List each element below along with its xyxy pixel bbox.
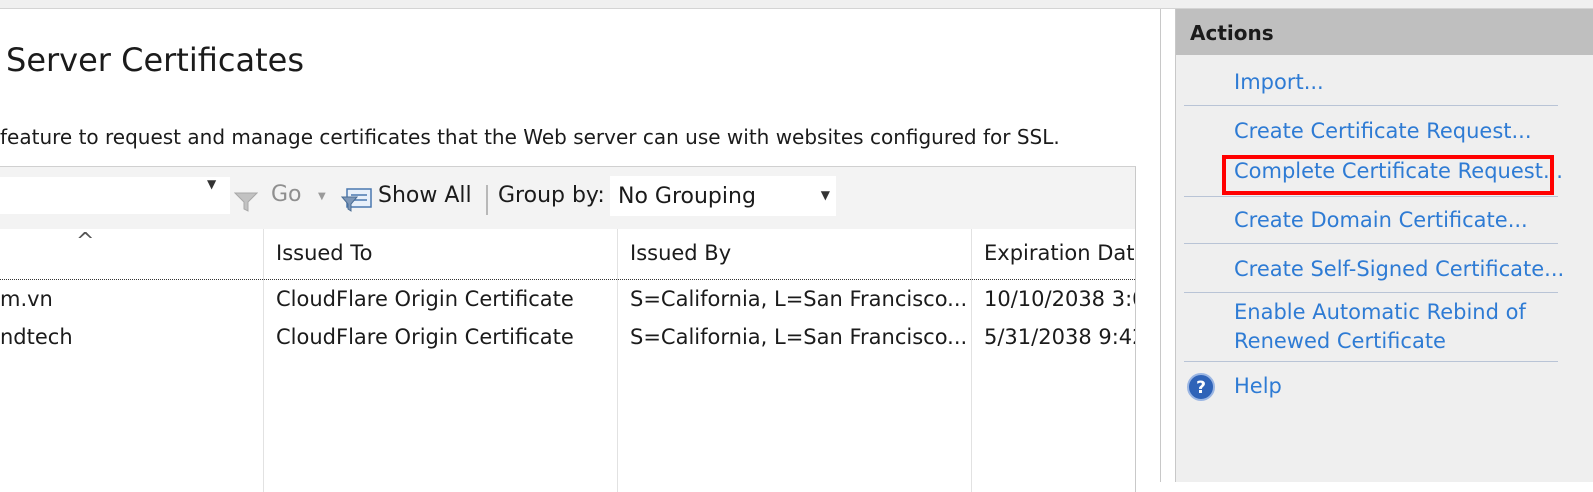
cell-issued-by: S=California, L=San Francisco... [630,325,965,349]
actions-title: Actions [1190,21,1274,45]
action-separator [1184,243,1558,244]
table-row[interactable]: ndtech CloudFlare Origin Certificate S=C… [0,319,1135,355]
action-separator [1184,105,1558,106]
main-pane: Server Certificates feature to request a… [0,9,1161,492]
column-divider [617,229,618,492]
svg-text:?: ? [1196,378,1206,398]
filter-input[interactable] [0,177,230,214]
show-all-button[interactable]: Show All [378,183,472,208]
column-header-expiration-date[interactable]: Expiration Date [984,241,1135,265]
actions-header: Actions [1176,9,1593,55]
show-all-icon [341,188,372,212]
action-create-certificate-request[interactable]: Create Certificate Request... [1234,119,1532,143]
action-separator [1184,292,1558,293]
go-button[interactable]: Go [271,182,302,207]
column-header-issued-by[interactable]: Issued By [630,241,731,265]
go-dropdown-icon[interactable]: ▼ [318,191,326,202]
cell-name: m.vn [0,287,53,311]
filter-toolbar: ▼ Go ▼ Show All Group by: No Grouping ▼ [0,167,1135,230]
cell-expiration-date: 10/10/2038 3:0 [984,287,1135,311]
column-divider [263,229,264,492]
cell-issued-by: S=California, L=San Francisco... [630,287,965,311]
top-band [0,0,1593,9]
toolbar-separator [486,185,488,215]
cell-issued-to: CloudFlare Origin Certificate [276,287,574,311]
group-by-label: Group by: [498,183,605,208]
action-create-self-signed-certificate[interactable]: Create Self-Signed Certificate... [1234,257,1564,281]
chevron-down-icon[interactable]: ▼ [207,177,216,191]
highlight-box [1222,155,1554,195]
funnel-icon [234,192,258,212]
actions-pane: Actions Import... Create Certificate Req… [1175,9,1593,482]
cell-expiration-date: 5/31/2038 9:42 [984,325,1135,349]
table-header: ^ Issued To Issued By Expiration Date [0,229,1135,280]
cell-issued-to: CloudFlare Origin Certificate [276,325,574,349]
group-by-select[interactable]: No Grouping ▼ [610,176,836,216]
action-import[interactable]: Import... [1234,70,1324,94]
table-row[interactable]: m.vn CloudFlare Origin Certificate S=Cal… [0,281,1135,317]
chevron-down-icon: ▼ [820,188,830,202]
feature-description: feature to request and manage certificat… [0,125,1060,149]
help-icon: ? [1187,373,1215,401]
action-help[interactable]: Help [1234,374,1282,398]
sort-caret-icon: ^ [76,229,95,254]
action-enable-automatic-rebind[interactable]: Enable Automatic Rebind of [1234,300,1526,324]
action-enable-automatic-rebind-line2[interactable]: Renewed Certificate [1234,329,1446,353]
certificate-list-panel: ▼ Go ▼ Show All Group by: No Grouping ▼ … [0,166,1136,492]
group-by-value: No Grouping [618,184,756,209]
column-header-issued-to[interactable]: Issued To [276,241,372,265]
action-create-domain-certificate[interactable]: Create Domain Certificate... [1234,208,1528,232]
column-divider [971,229,972,492]
cell-name: ndtech [0,325,73,349]
action-separator [1184,196,1558,197]
action-separator [1184,361,1558,362]
page-title: Server Certificates [6,41,304,79]
